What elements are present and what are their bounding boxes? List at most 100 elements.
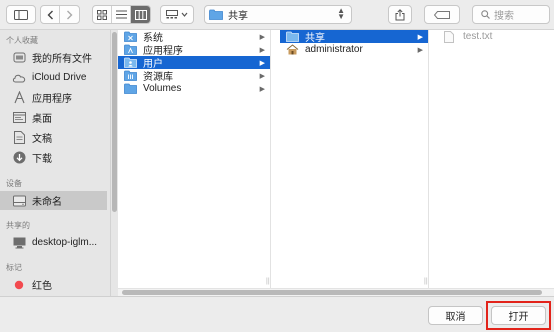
- sidebar-item-desktop[interactable]: 桌面: [0, 108, 107, 127]
- applications-icon: [12, 91, 26, 105]
- cancel-button[interactable]: 取消: [428, 306, 483, 325]
- disk-icon: [12, 194, 26, 208]
- documents-icon: [12, 131, 26, 145]
- search-placeholder: 搜索: [494, 11, 514, 22]
- item-label: 共享: [305, 33, 325, 44]
- horizontal-scroll-thumb[interactable]: [122, 290, 542, 295]
- library-folder-icon: [124, 70, 138, 81]
- nav-buttons: [40, 5, 80, 24]
- sidebar-item-label: 未命名: [32, 197, 62, 208]
- folder-icon: [209, 9, 223, 20]
- sidebar-item-desktop-server[interactable]: desktop-iglm...: [0, 233, 107, 252]
- folder-icon: [124, 83, 138, 94]
- grid-icon: [97, 9, 107, 20]
- chevron-left-icon: [47, 10, 53, 19]
- column-3: test.txt: [438, 30, 554, 288]
- desktop-icon: [12, 111, 26, 125]
- list-item[interactable]: 资源库 ▶: [118, 69, 270, 83]
- list-item[interactable]: 系统 ▶: [118, 30, 270, 44]
- sidebar-item-label: desktop-iglm...: [32, 237, 98, 248]
- sidebar-item-label: 红色: [32, 281, 52, 292]
- sidebar-item-label: 文稿: [32, 134, 52, 145]
- sidebar-heading-favorites: 个人收藏: [6, 36, 38, 45]
- shared-folder-icon: [286, 31, 300, 42]
- sidebar-item-tag-red[interactable]: 红色: [0, 275, 107, 294]
- sidebar-item-label: iCloud Drive: [32, 72, 87, 83]
- column-resize-handle[interactable]: ||: [424, 278, 428, 285]
- column-1: 系统 ▶ 应用程序 ▶ 用户 ▶ 资源库 ▶ Volumes ▶ ||: [118, 30, 271, 288]
- disclosure-arrow-icon: ▶: [259, 72, 265, 80]
- column-browser: 系统 ▶ 应用程序 ▶ 用户 ▶ 资源库 ▶ Volumes ▶ || 共享 ▶…: [118, 30, 554, 288]
- sidebar-item-untitled-disk[interactable]: 未命名: [0, 191, 107, 210]
- disclosure-arrow-icon: ▶: [259, 85, 265, 93]
- home-folder-icon: [286, 44, 300, 55]
- tags-button[interactable]: [424, 5, 460, 24]
- share-button[interactable]: [388, 5, 412, 24]
- list-item-selected[interactable]: 用户 ▶: [118, 56, 270, 70]
- open-button-highlight: [486, 301, 551, 330]
- system-folder-icon: [124, 31, 138, 42]
- sidebar-item-documents[interactable]: 文稿: [0, 128, 107, 147]
- location-label: 共享: [228, 11, 248, 22]
- sidebar-item-label: 下载: [32, 154, 52, 165]
- list-item[interactable]: Volumes ▶: [118, 82, 270, 95]
- item-label: Volumes: [143, 83, 182, 94]
- item-label: administrator: [305, 44, 363, 55]
- sidebar-scroll-thumb[interactable]: [112, 32, 117, 212]
- sidebar-item-label: 桌面: [32, 114, 52, 125]
- sidebar: 个人收藏 我的所有文件 iCloud Drive 应用程序 桌面 文稿 下载 设…: [0, 30, 111, 296]
- gallery-icon: [166, 10, 178, 19]
- disclosure-arrow-icon: ▶: [259, 46, 265, 54]
- location-popup[interactable]: 共享 ▲ ▼: [204, 5, 352, 24]
- sidebar-heading-devices: 设备: [6, 179, 22, 188]
- horizontal-scrollbar[interactable]: [118, 288, 554, 296]
- search-field[interactable]: 搜索: [472, 5, 550, 24]
- search-icon: [481, 10, 490, 19]
- toolbar: 共享 ▲ ▼ 搜索: [0, 0, 554, 30]
- chevron-down-icon: [181, 12, 188, 17]
- chevron-right-icon: [67, 10, 73, 19]
- red-tag-dot-icon: [12, 278, 26, 292]
- disclosure-arrow-icon: ▶: [417, 33, 423, 41]
- sidebar-item-label: 应用程序: [32, 94, 72, 105]
- icon-view-button[interactable]: [93, 6, 112, 23]
- applications-folder-icon: [124, 44, 138, 55]
- sidebar-item-downloads[interactable]: 下载: [0, 148, 107, 167]
- gallery-view-menu-button[interactable]: [160, 5, 194, 24]
- column-view-button[interactable]: [131, 6, 150, 23]
- sidebar-item-icloud-drive[interactable]: iCloud Drive: [0, 68, 107, 87]
- updown-chevron-icon: ▲ ▼: [337, 6, 345, 21]
- columns-icon: [134, 9, 147, 20]
- sidebar-item-applications[interactable]: 应用程序: [0, 88, 107, 107]
- users-folder-icon: [124, 57, 138, 68]
- sidebar-icon: [14, 9, 28, 20]
- disclosure-arrow-icon: ▶: [259, 33, 265, 41]
- back-button[interactable]: [41, 6, 60, 23]
- sidebar-heading-shared: 共享的: [6, 221, 30, 230]
- all-files-icon: [12, 51, 26, 65]
- disclosure-arrow-icon: ▶: [417, 46, 423, 54]
- list-item-selected[interactable]: 共享 ▶: [280, 30, 428, 44]
- list-item[interactable]: 应用程序 ▶: [118, 43, 270, 57]
- cloud-icon: [12, 71, 26, 85]
- dialog-button-bar: 取消 打开: [0, 296, 554, 332]
- disclosure-arrow-icon: ▶: [259, 59, 265, 67]
- sidebar-scrollbar[interactable]: [111, 30, 118, 296]
- sidebar-item-label: 我的所有文件: [32, 54, 92, 65]
- list-view-button[interactable]: [112, 6, 131, 23]
- list-icon: [115, 10, 127, 19]
- list-item[interactable]: administrator ▶: [280, 43, 428, 56]
- column-resize-handle[interactable]: ||: [266, 278, 270, 285]
- column-2: 共享 ▶ administrator ▶ ||: [280, 30, 429, 288]
- item-label: test.txt: [463, 31, 493, 42]
- forward-button[interactable]: [60, 6, 79, 23]
- computer-icon: [12, 236, 26, 250]
- sidebar-item-all-files[interactable]: 我的所有文件: [0, 48, 107, 67]
- text-file-icon: [444, 30, 458, 43]
- sidebar-heading-tags: 标记: [6, 263, 22, 272]
- list-item[interactable]: test.txt: [438, 30, 554, 43]
- download-icon: [12, 151, 26, 165]
- sidebar-toggle-button[interactable]: [6, 5, 36, 24]
- view-mode-buttons: [92, 5, 151, 24]
- share-icon: [395, 8, 405, 20]
